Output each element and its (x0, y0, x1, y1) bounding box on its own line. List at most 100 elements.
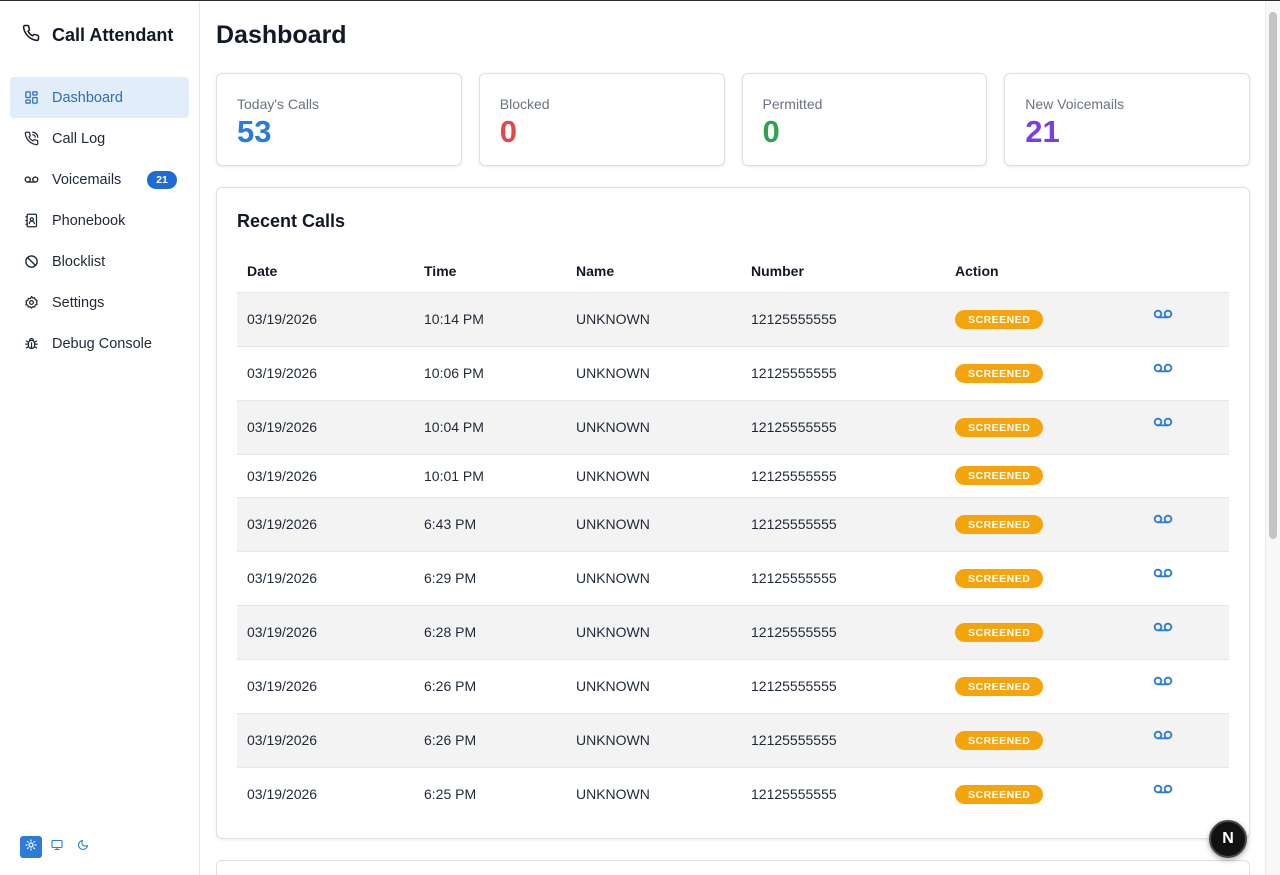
cell-voicemail (1143, 551, 1229, 606)
voicemail-count-badge: 21 (147, 171, 177, 189)
stat-label: New Voicemails (1025, 96, 1125, 112)
cell-action: SCREENED (945, 713, 1143, 768)
cell-time: 6:29 PM (414, 551, 566, 606)
voicemail-icon (23, 172, 39, 188)
cell-number: 12125555555 (741, 713, 945, 768)
cell-date: 03/19/2026 (237, 497, 414, 552)
sidebar-item-blocklist[interactable]: Blocklist (10, 241, 189, 282)
status-badge: SCREENED (955, 417, 1044, 437)
cell-voicemail (1143, 605, 1229, 660)
page-title: Dashboard (216, 21, 347, 49)
sidebar-item-voicemails[interactable]: Voicemails 21 (10, 159, 189, 200)
phone-log-icon (23, 131, 39, 147)
table-row[interactable]: 03/19/2026 10:04 PM UNKNOWN 12125555555 SCRE… (237, 400, 1229, 455)
column-header-number: Number (741, 251, 945, 293)
status-badge: SCREENED (955, 363, 1044, 383)
cell-time: 10:01 PM (414, 454, 566, 498)
table-row[interactable]: 03/19/2026 6:43 PM UNKNOWN 12125555555 SCREE… (237, 497, 1229, 552)
cell-date: 03/19/2026 (237, 713, 414, 768)
scrollbar-thumb[interactable] (1269, 12, 1277, 539)
cell-date: 03/19/2026 (247, 786, 318, 803)
voicemail-icon[interactable] (1153, 513, 1173, 525)
sidebar-item-debug-console[interactable]: Debug Console (10, 323, 189, 364)
recent-calls-body: 03/19/2026 10:14 PM UNKNOWN 12125555555 SCRE… (237, 292, 1229, 821)
sidebar-item-label: Call Log (52, 130, 106, 147)
table-row[interactable]: 03/19/2026 10:14 PM UNKNOWN 12125555555 SCRE… (237, 292, 1229, 347)
sidebar-item-dashboard[interactable]: Dashboard (10, 77, 189, 118)
column-header-extra (1143, 251, 1229, 293)
stat-value: 0 (499, 114, 517, 149)
cell-time: 10:06 PM (414, 346, 566, 401)
cell-name: UNKNOWN (566, 497, 741, 552)
theme-system-button[interactable] (46, 836, 68, 858)
cell-time: 6:28 PM (414, 605, 566, 660)
dev-tools-badge[interactable]: N (1209, 820, 1247, 858)
cell-name: UNKNOWN (576, 786, 650, 803)
theme-switcher (20, 836, 94, 858)
theme-dark-button[interactable] (72, 836, 94, 858)
recent-calls-table: Date Time Name Number Action 03/19/2026 1… (237, 251, 1229, 821)
cell-date: 03/19/2026 (237, 292, 414, 347)
cell-date: 03/19/2026 (237, 454, 414, 498)
sidebar-item-label: Debug Console (52, 335, 152, 352)
cell-action: SCREENED (945, 605, 1143, 660)
table-row[interactable]: 03/19/2026 6:26 PM UNKNOWN 12125555555 SCREE… (237, 713, 1229, 768)
column-header-name: Name (566, 251, 741, 293)
table-row[interactable]: 03/19/2026 6:25 PM UNKNOWN 12125555555 SCREE… (237, 767, 1229, 821)
column-header-date: Date (237, 251, 414, 293)
cell-action: SCREENED (945, 767, 1143, 821)
theme-light-button[interactable] (20, 836, 42, 858)
table-row[interactable]: 03/19/2026 6:28 PM UNKNOWN 12125555555 SCREE… (237, 605, 1229, 660)
cell-action: SCREENED (945, 400, 1143, 455)
phone-icon (22, 24, 40, 47)
cell-time: 6:25 PM (424, 786, 477, 803)
cell-number: 12125555555 (741, 497, 945, 552)
cell-time: 6:26 PM (414, 659, 566, 714)
bug-icon (23, 336, 39, 352)
stat-card-new-voicemails: New Voicemails 21 (1004, 73, 1250, 166)
sidebar-item-settings[interactable]: Settings (10, 282, 189, 323)
sidebar-item-call-log[interactable]: Call Log (10, 118, 189, 159)
voicemail-icon[interactable] (1153, 621, 1173, 633)
cell-number: 12125555555 (741, 659, 945, 714)
voicemail-icon[interactable] (1153, 783, 1173, 795)
recent-calls-card: Recent Calls Date Time Name Number Actio… (216, 187, 1250, 839)
stats-row: Today's Calls 53 Blocked 0 Permitted 0 N… (216, 73, 1250, 166)
scrollbar[interactable] (1265, 2, 1280, 875)
status-badge: SCREENED (955, 466, 1044, 485)
cell-name: UNKNOWN (566, 292, 741, 347)
sidebar-item-phonebook[interactable]: Phonebook (10, 200, 189, 241)
voicemail-icon[interactable] (1153, 308, 1173, 320)
cell-voicemail (1143, 767, 1229, 821)
table-row[interactable]: 03/19/2026 6:26 PM UNKNOWN 12125555555 SCREE… (237, 659, 1229, 714)
brand[interactable]: Call Attendant (22, 24, 173, 47)
table-row[interactable]: 03/19/2026 10:01 PM UNKNOWN 12125555555 SCRE… (237, 454, 1229, 498)
cell-number: 12125555555 (741, 292, 945, 347)
voicemail-icon[interactable] (1153, 416, 1173, 428)
dashboard-icon (23, 90, 39, 106)
cell-name: UNKNOWN (566, 605, 741, 660)
cell-name: UNKNOWN (566, 551, 741, 606)
voicemail-icon[interactable] (1153, 729, 1173, 741)
cell-number: 12125555555 (741, 346, 945, 401)
cell-number: 12125555555 (741, 605, 945, 660)
cell-voicemail (1143, 346, 1229, 401)
app-title: Call Attendant (52, 25, 174, 45)
voicemail-icon[interactable] (1153, 362, 1173, 374)
table-row[interactable]: 03/19/2026 6:29 PM UNKNOWN 12125555555 SCREE… (237, 551, 1229, 606)
cell-action: SCREENED (945, 497, 1143, 552)
stat-value: 0 (762, 114, 780, 149)
cell-action: SCREENED (945, 454, 1143, 498)
cell-name: UNKNOWN (566, 346, 741, 401)
stat-card-blocked: Blocked 0 (478, 73, 725, 166)
table-row[interactable]: 03/19/2026 10:06 PM UNKNOWN 12125555555 SCRE… (237, 346, 1229, 401)
voicemail-icon[interactable] (1153, 567, 1173, 579)
cell-action: SCREENED (945, 292, 1143, 347)
column-header-action: Action (945, 251, 1143, 293)
cell-voicemail (1143, 713, 1229, 768)
voicemail-icon[interactable] (1153, 675, 1173, 687)
stat-value: 21 (1025, 114, 1060, 149)
stat-label: Today's Calls (237, 96, 320, 112)
sidebar-item-label: Blocklist (52, 253, 106, 270)
moon-icon (77, 838, 89, 856)
